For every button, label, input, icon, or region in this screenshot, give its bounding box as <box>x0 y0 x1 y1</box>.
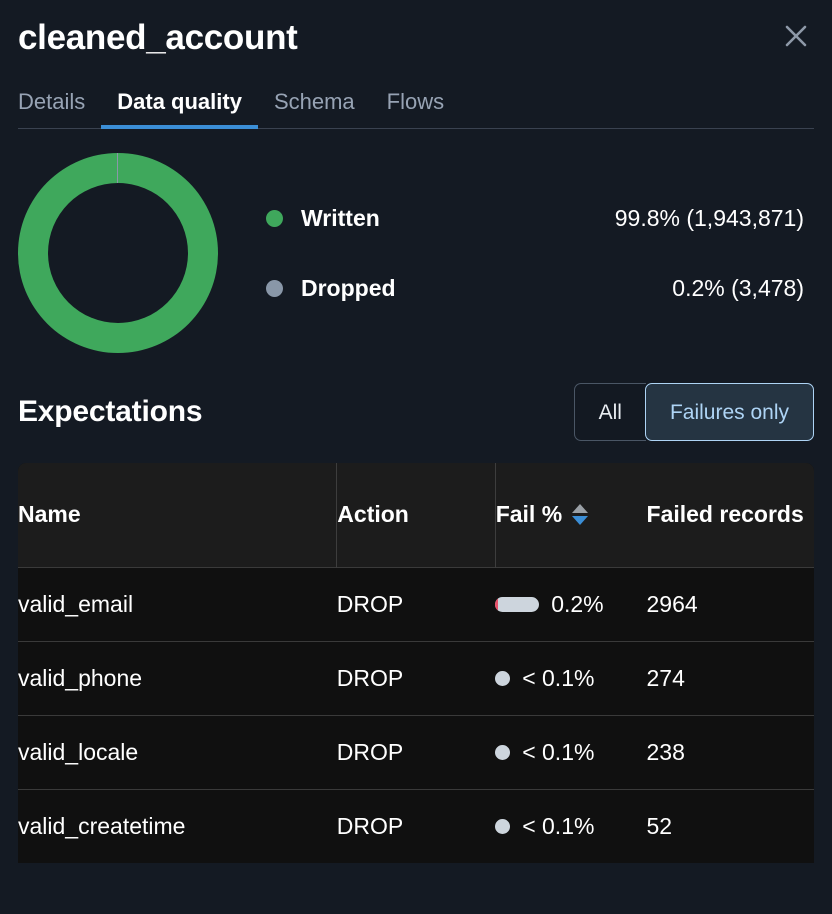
table-row[interactable]: valid_createtime DROP < 0.1% 52 <box>18 789 814 863</box>
column-header-failed-records[interactable]: Failed records <box>647 463 814 567</box>
data-quality-panel: cleaned_account Details Data quality Sch… <box>0 0 832 914</box>
tab-data-quality[interactable]: Data quality <box>101 89 258 129</box>
cell-fail-pct-label: 0.2% <box>551 590 604 617</box>
legend-row-dropped: Dropped 0.2% (3,478) <box>266 253 804 323</box>
cell-name: valid_createtime <box>18 812 186 839</box>
cell-failed-records: 238 <box>646 738 685 765</box>
expectations-title: Expectations <box>18 395 203 428</box>
legend-value-dropped: 0.2% (3,478) <box>672 274 804 301</box>
cell-failed-records: 52 <box>646 812 673 839</box>
cell-fail-pct-label: < 0.1% <box>522 812 595 839</box>
tab-details[interactable]: Details <box>18 89 101 129</box>
legend-row-written: Written 99.8% (1,943,871) <box>266 183 804 253</box>
table-row[interactable]: valid_email DROP 0.2% 2964 <box>18 567 814 641</box>
tab-flows[interactable]: Flows <box>371 89 460 129</box>
donut-legend: Written 99.8% (1,943,871) Dropped 0.2% (… <box>266 183 804 323</box>
column-header-failed-records-label: Failed records <box>646 501 804 528</box>
cell-action: DROP <box>336 590 404 617</box>
expectations-table-container: Name Action Fail % Failed records valid_… <box>18 463 814 863</box>
page-title: cleaned_account <box>18 18 298 57</box>
expectations-header: Expectations All Failures only <box>0 353 832 441</box>
column-header-name-label: Name <box>18 501 81 528</box>
fail-percent-bar <box>495 744 511 760</box>
filter-all-button[interactable]: All <box>573 383 646 441</box>
panel-header: cleaned_account <box>0 0 832 60</box>
expectations-table: Name Action Fail % Failed records valid_… <box>18 463 814 863</box>
column-header-fail-pct-label: Fail % <box>495 501 563 528</box>
close-icon-glyph <box>785 25 807 47</box>
fail-percent-bar <box>495 670 511 686</box>
legend-label-written: Written <box>301 204 380 231</box>
sort-descending-arrow-icon <box>572 516 589 526</box>
tab-schema[interactable]: Schema <box>258 89 371 129</box>
fail-percent-bar-fill <box>495 596 499 612</box>
cell-fail-pct-label: < 0.1% <box>522 738 595 765</box>
tab-bar: Details Data quality Schema Flows <box>0 82 832 129</box>
written-dot-icon <box>266 209 283 227</box>
cell-fail-pct: 0.2% <box>495 567 646 641</box>
cell-fail-pct: < 0.1% <box>495 715 646 789</box>
filter-failures-only-button[interactable]: Failures only <box>644 383 814 441</box>
cell-action: DROP <box>336 664 404 691</box>
written-dropped-donut-chart <box>18 153 218 353</box>
close-icon[interactable] <box>778 18 814 54</box>
cell-name: valid_email <box>18 590 134 617</box>
column-header-action-label: Action <box>337 501 409 528</box>
column-header-name[interactable]: Name <box>18 463 337 567</box>
fail-percent-bar <box>495 818 511 834</box>
cell-failed-records: 274 <box>646 664 685 691</box>
table-header-row: Name Action Fail % Failed records <box>18 463 814 567</box>
column-header-fail-pct[interactable]: Fail % <box>494 463 647 567</box>
table-body: valid_email DROP 0.2% 2964 valid_phone D… <box>18 567 814 863</box>
fail-percent-bar <box>495 596 540 612</box>
cell-fail-pct-label: < 0.1% <box>522 664 595 691</box>
legend-label-dropped: Dropped <box>301 274 396 301</box>
dropped-dot-icon <box>266 279 283 297</box>
cell-action: DROP <box>336 738 404 765</box>
table-row[interactable]: valid_locale DROP < 0.1% 238 <box>18 715 814 789</box>
table-row[interactable]: valid_phone DROP < 0.1% 274 <box>18 641 814 715</box>
cell-name: valid_phone <box>18 664 143 691</box>
sort-ascending-arrow-icon <box>572 504 589 514</box>
cell-failed-records: 2964 <box>646 590 698 617</box>
column-header-action[interactable]: Action <box>336 463 496 567</box>
legend-value-written: 99.8% (1,943,871) <box>614 204 804 231</box>
cell-name: valid_locale <box>18 738 139 765</box>
table-header: Name Action Fail % Failed records <box>18 463 814 567</box>
sort-descending-icon[interactable] <box>572 504 589 526</box>
quality-summary: Written 99.8% (1,943,871) Dropped 0.2% (… <box>0 129 832 353</box>
cell-fail-pct: < 0.1% <box>495 789 646 863</box>
cell-action: DROP <box>336 812 404 839</box>
cell-fail-pct: < 0.1% <box>495 641 646 715</box>
expectations-filter-toggle: All Failures only <box>573 383 814 441</box>
